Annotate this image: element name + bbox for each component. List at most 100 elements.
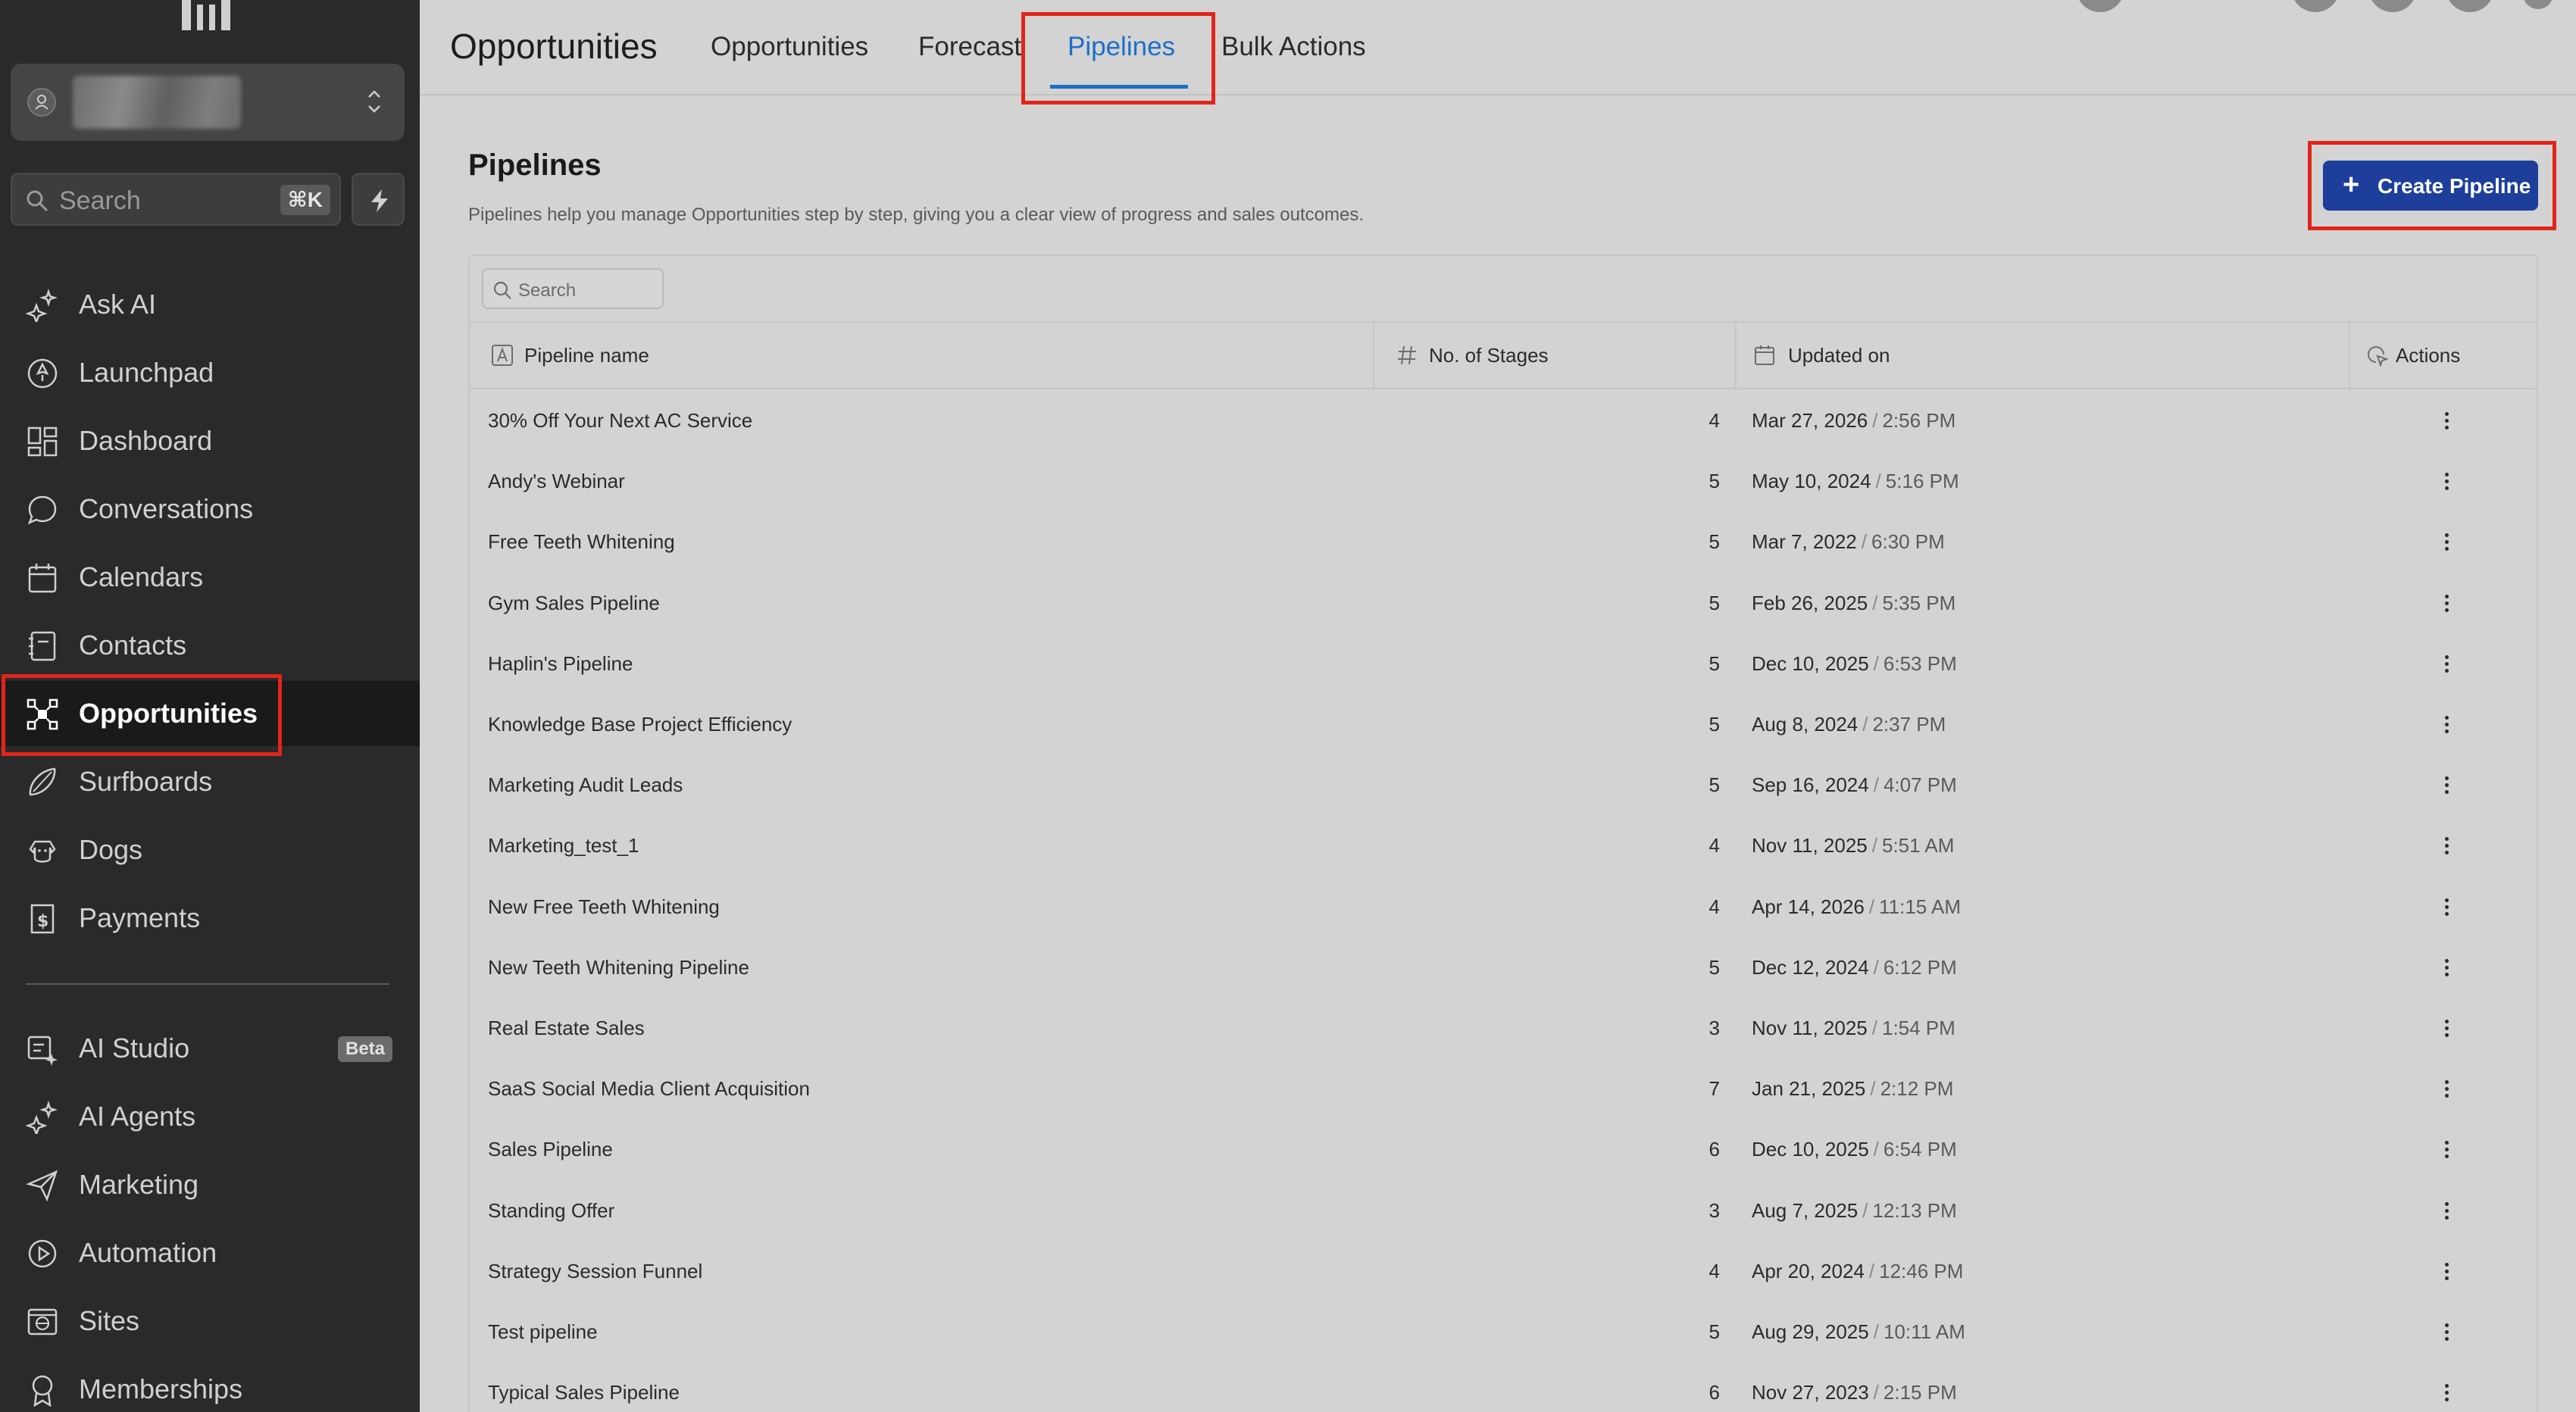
- pipeline-name[interactable]: New Teeth Whitening Pipeline: [488, 956, 749, 979]
- table-row[interactable]: Test pipeline 5 Aug 29, 2025/10:11 AM: [470, 1302, 2537, 1363]
- opportunities-highlight-outline: [2, 674, 282, 756]
- sidebar-item-label: Surfboards: [79, 766, 213, 797]
- chevron-updown-icon[interactable]: [367, 86, 382, 117]
- table-row[interactable]: Free Teeth Whitening 5 Mar 7, 2022/6:30 PM: [470, 512, 2537, 573]
- header-avatar[interactable]: [2076, 0, 2124, 12]
- stage-count: 6: [1708, 1381, 1720, 1404]
- more-actions-icon[interactable]: [2432, 888, 2462, 926]
- more-actions-icon[interactable]: [2432, 1070, 2462, 1107]
- updated-time: 12:13 PM: [1872, 1198, 1957, 1222]
- pipeline-name[interactable]: Strategy Session Funnel: [488, 1260, 702, 1283]
- table-row[interactable]: Sales Pipeline 6 Dec 10, 2025/6:54 PM: [470, 1120, 2537, 1180]
- pipeline-name[interactable]: Marketing_test_1: [488, 834, 639, 858]
- sidebar-item-surfboards[interactable]: Surfboards: [0, 749, 420, 814]
- more-actions-icon[interactable]: [2432, 1130, 2462, 1168]
- more-actions-icon[interactable]: [2432, 1009, 2462, 1047]
- sidebar-item-dashboard[interactable]: Dashboard: [0, 408, 420, 473]
- sidebar-item-dogs[interactable]: Dogs: [0, 817, 420, 882]
- sidebar-item-launchpad[interactable]: Launchpad: [0, 340, 420, 405]
- header-avatar[interactable]: [2368, 0, 2417, 12]
- updated-date: Nov 11, 2025: [1752, 1017, 1868, 1039]
- header-avatar[interactable]: [2523, 0, 2553, 9]
- table-row[interactable]: Strategy Session Funnel 4 Apr 20, 2024/12:…: [470, 1242, 2537, 1302]
- column-label: No. of Stages: [1429, 344, 1549, 367]
- stage-count: 7: [1708, 1077, 1720, 1101]
- pipeline-name[interactable]: Real Estate Sales: [488, 1017, 645, 1040]
- more-actions-icon[interactable]: [2432, 645, 2462, 683]
- updated-time: 2:56 PM: [1882, 409, 1956, 432]
- pipeline-name[interactable]: Typical Sales Pipeline: [488, 1381, 680, 1404]
- column-header-stages[interactable]: No. of Stages: [1374, 323, 1735, 388]
- pipeline-name[interactable]: Free Teeth Whitening: [488, 530, 675, 554]
- search-icon: [27, 190, 48, 212]
- pipeline-name[interactable]: Andy's Webinar: [488, 470, 625, 493]
- updated-on: Aug 7, 2025/12:13 PM: [1752, 1199, 1957, 1223]
- sidebar-item-memberships[interactable]: Memberships: [0, 1357, 420, 1412]
- updated-date: May 10, 2024: [1752, 470, 1871, 493]
- table-row[interactable]: New Teeth Whitening Pipeline 5 Dec 12, 202…: [470, 938, 2537, 998]
- pipeline-name[interactable]: Knowledge Base Project Efficiency: [488, 713, 792, 736]
- table-row[interactable]: Standing Offer 3 Aug 7, 2025/12:13 PM: [470, 1181, 2537, 1242]
- header-avatar[interactable]: [2446, 0, 2494, 12]
- stage-count: 5: [1708, 530, 1720, 554]
- sidebar-item-payments[interactable]: $ Payments: [0, 886, 420, 951]
- table-row[interactable]: Typical Sales Pipeline 6 Nov 27, 2023/2:15…: [470, 1363, 2537, 1412]
- pipeline-name[interactable]: Marketing Audit Leads: [488, 773, 683, 797]
- table-search-input[interactable]: Search: [482, 268, 664, 309]
- sidebar-item-automation[interactable]: Automation: [0, 1220, 420, 1285]
- account-switcher[interactable]: [11, 64, 405, 141]
- sidebar-item-sites[interactable]: Sites: [0, 1289, 420, 1354]
- more-actions-icon[interactable]: [2432, 1373, 2462, 1411]
- updated-date: Mar 27, 2026: [1752, 409, 1868, 432]
- tab-forecast[interactable]: Forecast: [918, 32, 1021, 62]
- more-actions-icon[interactable]: [2432, 705, 2462, 743]
- updated-time: 5:35 PM: [1882, 591, 1956, 614]
- pipeline-name[interactable]: Test pipeline: [488, 1320, 598, 1344]
- table-row[interactable]: Knowledge Base Project Efficiency 5 Aug 8,…: [470, 695, 2537, 755]
- table-row[interactable]: 30% Off Your Next AC Service 4 Mar 27, 202…: [470, 391, 2537, 451]
- sidebar-item-calendars[interactable]: Calendars: [0, 545, 420, 610]
- quick-actions-button[interactable]: [352, 173, 405, 226]
- pipeline-name[interactable]: Gym Sales Pipeline: [488, 592, 660, 615]
- sidebar-item-ai-agents[interactable]: AI Agents: [0, 1084, 420, 1149]
- more-actions-icon[interactable]: [2432, 1192, 2462, 1229]
- sidebar-item-ask-ai[interactable]: Ask AI: [0, 272, 420, 337]
- date-time-separator: /: [1868, 1259, 1875, 1282]
- more-actions-icon[interactable]: [2432, 766, 2462, 804]
- more-actions-icon[interactable]: [2432, 462, 2462, 500]
- pipeline-name[interactable]: SaaS Social Media Client Acquisition: [488, 1077, 810, 1101]
- more-actions-icon[interactable]: [2432, 523, 2462, 561]
- sidebar-item-marketing[interactable]: Marketing: [0, 1152, 420, 1217]
- more-actions-icon[interactable]: [2432, 948, 2462, 986]
- header-avatar[interactable]: [2291, 0, 2340, 12]
- table-row[interactable]: SaaS Social Media Client Acquisition 7 Jan…: [470, 1059, 2537, 1120]
- beta-badge: Beta: [338, 1036, 393, 1062]
- more-actions-icon[interactable]: [2432, 1252, 2462, 1290]
- pipeline-name[interactable]: Sales Pipeline: [488, 1138, 613, 1161]
- sidebar-item-conversations[interactable]: Conversations: [0, 476, 420, 542]
- pipeline-name[interactable]: 30% Off Your Next AC Service: [488, 409, 752, 433]
- table-row[interactable]: Marketing Audit Leads 5 Sep 16, 2024/4:07 …: [470, 755, 2537, 816]
- more-actions-icon[interactable]: [2432, 584, 2462, 622]
- stage-count: 4: [1708, 834, 1720, 858]
- table-row[interactable]: New Free Teeth Whitening 4 Apr 14, 2026/11…: [470, 877, 2537, 938]
- sidebar-search[interactable]: Search ⌘K: [11, 173, 341, 226]
- table-row[interactable]: Andy's Webinar 5 May 10, 2024/5:16 PM: [470, 451, 2537, 512]
- more-actions-icon[interactable]: [2432, 1313, 2462, 1351]
- pipeline-name[interactable]: Haplin's Pipeline: [488, 652, 633, 676]
- more-actions-icon[interactable]: [2432, 826, 2462, 864]
- pipeline-name[interactable]: New Free Teeth Whitening: [488, 895, 720, 919]
- tab-bulk-actions[interactable]: Bulk Actions: [1221, 32, 1366, 62]
- table-row[interactable]: Marketing_test_1 4 Nov 11, 2025/5:51 AM: [470, 816, 2537, 876]
- column-header-name[interactable]: Pipeline name: [470, 323, 1373, 388]
- tab-opportunities[interactable]: Opportunities: [711, 32, 868, 62]
- table-row[interactable]: Haplin's Pipeline 5 Dec 10, 2025/6:53 PM: [470, 634, 2537, 695]
- table-row[interactable]: Real Estate Sales 3 Nov 11, 2025/1:54 PM: [470, 998, 2537, 1059]
- more-actions-icon[interactable]: [2432, 401, 2462, 439]
- sidebar-item-label: Marketing: [79, 1169, 199, 1200]
- pipeline-name[interactable]: Standing Offer: [488, 1199, 614, 1223]
- table-row[interactable]: Gym Sales Pipeline 5 Feb 26, 2025/5:35 PM: [470, 573, 2537, 634]
- sidebar-item-contacts[interactable]: Contacts: [0, 613, 420, 678]
- column-label: Pipeline name: [524, 344, 649, 367]
- column-header-updated[interactable]: Updated on: [1737, 323, 2349, 388]
